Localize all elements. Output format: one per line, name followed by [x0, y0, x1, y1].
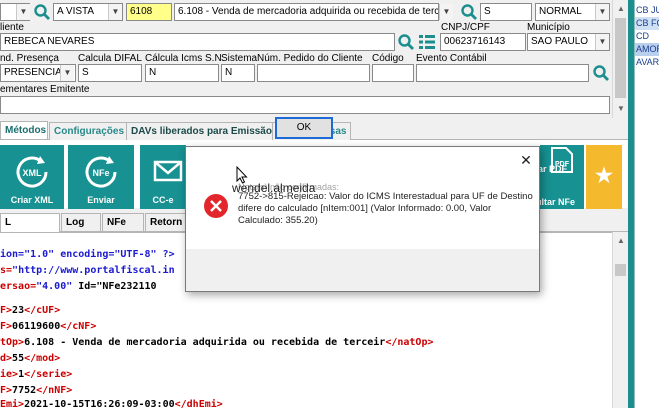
tab-davs[interactable]: DAVs liberados para Emissão: [126, 122, 277, 140]
chevron-down-icon[interactable]: ▼: [60, 65, 74, 81]
xml-line: Emi>2021-10-15T16:26:09-03:00</dhEmi>: [0, 399, 223, 408]
scroll-thumb[interactable]: [615, 18, 626, 98]
list-icon[interactable]: [418, 33, 436, 51]
emitente-label: ementares Emitente: [0, 84, 90, 95]
scroll-down-icon[interactable]: ▼: [617, 104, 625, 113]
search-icon[interactable]: [592, 64, 610, 82]
dialog-message: 7752->815-Rejeicao: Valor do ICMS Intere…: [238, 191, 533, 226]
xml-line: F>06119600</cNF>: [0, 321, 97, 332]
icms-sn-field[interactable]: N: [145, 64, 219, 82]
tab-nfe[interactable]: NFe: [102, 213, 144, 232]
difal-field[interactable]: S: [78, 64, 142, 82]
chevron-down-icon[interactable]: ▼: [439, 4, 453, 20]
client-name-field[interactable]: REBECA NEVARES: [0, 33, 395, 51]
chevron-down-icon[interactable]: ▼: [108, 4, 122, 20]
pedido-field[interactable]: [257, 64, 370, 82]
enviar-label: Enviar: [87, 195, 115, 205]
xml-line: s="http://www.portalfiscal.in: [0, 265, 175, 276]
consultar-nfe-label: ultar NFe: [536, 197, 576, 207]
tab-xml-resposta[interactable]: L Resposta: [0, 213, 60, 246]
nfe-refresh-icon: NFe: [85, 156, 117, 188]
mail-icon: [153, 160, 183, 182]
tab-log[interactable]: Log: [61, 213, 101, 232]
scroll-up-icon[interactable]: ▲: [617, 4, 625, 13]
form-scrollbar[interactable]: ▲ ▼: [612, 0, 628, 118]
list-item[interactable]: AMOR: [635, 43, 659, 56]
right-list[interactable]: CB JU CB FO CD AMOR AVAR: [634, 0, 659, 408]
chevron-down-icon[interactable]: ▼: [595, 34, 609, 50]
list-item[interactable]: CB FO: [635, 17, 659, 30]
evento-field[interactable]: [416, 64, 589, 82]
cnpj-field[interactable]: 00623716143: [440, 33, 526, 51]
emitente-field[interactable]: [0, 96, 610, 114]
ok-button[interactable]: OK: [275, 117, 333, 139]
chevron-down-icon[interactable]: ▼: [595, 4, 609, 20]
list-item[interactable]: CD: [635, 30, 659, 43]
xml-line: F>23</cUF>: [0, 305, 61, 316]
search-icon[interactable]: [397, 33, 415, 51]
search-icon[interactable]: [460, 3, 478, 21]
cursor-icon: [236, 166, 248, 184]
chevron-down-icon[interactable]: ▼: [16, 4, 30, 20]
codigo-field[interactable]: [372, 64, 414, 82]
sistema-field[interactable]: N: [221, 64, 255, 82]
cfop-description-field[interactable]: 6.108 - Venda de mercadoria adquirida ou…: [174, 3, 439, 21]
favorite-button[interactable]: ★: [586, 145, 622, 209]
criar-xml-button[interactable]: XML Criar XML: [0, 145, 64, 209]
s-field[interactable]: S: [480, 3, 532, 21]
xml-scrollbar[interactable]: ▲: [612, 232, 628, 408]
xml-line: d>55</mod>: [0, 353, 61, 364]
xml-line: ie>1</serie>: [0, 369, 73, 380]
close-icon[interactable]: ✕: [518, 152, 534, 168]
cce-label: CC-e: [152, 195, 174, 205]
scroll-thumb[interactable]: [615, 264, 626, 276]
xml-refresh-icon: XML: [16, 156, 48, 188]
search-icon[interactable]: [33, 3, 51, 21]
tab-configuracoes[interactable]: Configurações: [49, 122, 130, 140]
error-icon: [204, 194, 228, 218]
star-icon: ★: [595, 165, 613, 187]
criar-xml-label: Criar XML: [10, 195, 54, 205]
cfop-code-field[interactable]: 6108: [126, 3, 172, 21]
list-item[interactable]: CB JU: [635, 4, 659, 17]
enviar-button[interactable]: NFe Enviar: [68, 145, 134, 209]
xml-line: tOp>6.108 - Venda de mercadoria adquirid…: [0, 337, 434, 348]
svg-text:NFe: NFe: [92, 168, 109, 178]
criar-pdf-label: ar PDF: [538, 164, 568, 174]
dialog-footer: [186, 249, 539, 291]
cce-button[interactable]: CC-e: [140, 145, 186, 209]
criar-pdf-button[interactable]: PDF ar PDF ultar NFe: [536, 145, 584, 209]
tab-metodos[interactable]: Métodos: [0, 121, 48, 139]
svg-text:XML: XML: [23, 168, 43, 178]
xml-line: ion="1.0" encoding="UTF-8" ?>: [0, 249, 175, 260]
scroll-up-icon[interactable]: ▲: [617, 236, 625, 245]
xml-line: ersao="4.00" Id="NFe232110: [0, 281, 157, 292]
xml-line: F>7752</nNF>: [0, 385, 73, 396]
list-item[interactable]: AVAR: [635, 56, 659, 69]
